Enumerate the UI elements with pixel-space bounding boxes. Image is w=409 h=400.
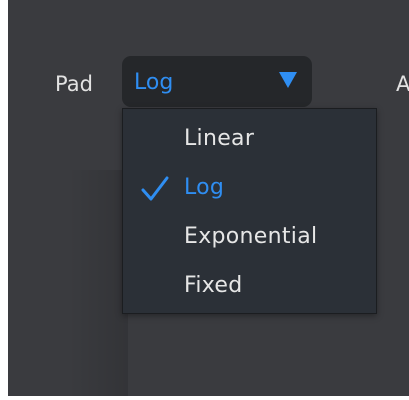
checkmark-icon <box>141 176 169 201</box>
menu-item-linear[interactable]: Linear <box>123 114 376 163</box>
menu-item-exponential[interactable]: Exponential <box>123 212 376 261</box>
panel-shadow <box>68 170 128 396</box>
menu-item-label: Linear <box>184 126 255 151</box>
dropdown-menu: Linear Log Exponential Fixed <box>122 108 377 314</box>
cropped-label: A <box>396 72 409 96</box>
screenshot-stage: Pad A Log Linear Log Exponential Fixed <box>0 0 409 400</box>
menu-item-label: Fixed <box>184 273 243 298</box>
menu-item-label: Exponential <box>184 224 318 249</box>
menu-item-log[interactable]: Log <box>123 163 376 212</box>
pad-label: Pad <box>55 72 93 96</box>
triangle-down-icon[interactable] <box>279 72 297 88</box>
menu-item-label: Log <box>184 175 225 200</box>
dropdown-selected-value: Log <box>134 70 174 95</box>
menu-item-fixed[interactable]: Fixed <box>123 261 376 310</box>
